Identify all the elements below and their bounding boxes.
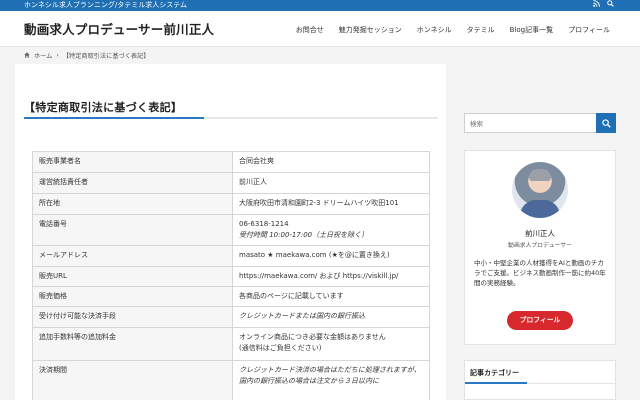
search-input[interactable] bbox=[470, 117, 590, 130]
main-nav: お問合せ 魅力発掘セッション ホンネシル タテミル Blog記事一覧 プロフィー… bbox=[296, 25, 610, 35]
profile-name: 前川正人 bbox=[525, 229, 555, 238]
nav-item-blog[interactable]: Blog記事一覧 bbox=[510, 25, 553, 35]
site-header: 動画求人プロデューサー前川正人 お問合せ 魅力発掘セッション ホンネシル タテミ… bbox=[0, 11, 640, 47]
top-bar: ホンネシル求人ブランニング/タテミル求人システム bbox=[0, 0, 640, 11]
table-row: メールアドレス masato ★ maekawa.com (★を@に置き換え) bbox=[32, 245, 430, 267]
sidebar-search bbox=[464, 113, 616, 133]
table-value: 06-6318-1214 bbox=[239, 220, 289, 228]
table-value-cell: オンライン商品につき必要な金額はありません (通信料はご負担ください) bbox=[232, 327, 430, 361]
table-key: 追加手数料等の追加料金 bbox=[32, 327, 233, 361]
profile-button[interactable]: プロフィール bbox=[507, 311, 573, 330]
table-key: 電話番号 bbox=[32, 214, 233, 246]
nav-item-tatemiru[interactable]: タテミル bbox=[467, 25, 495, 35]
table-key: 受け付け可能な決済手段 bbox=[32, 306, 233, 328]
table-row: 追加手数料等の追加料金 オンライン商品につき必要な金額はありません (通信料はご負… bbox=[32, 327, 430, 361]
table-value: オンライン商品につき必要な金額はありません bbox=[239, 333, 386, 341]
table-value: 大阪府吹田市清和園町2-3 ドリームハイツ吹田101 bbox=[232, 193, 430, 215]
nav-item-honneshiru[interactable]: ホンネシル bbox=[417, 25, 452, 35]
category-widget: 記事カテゴリー bbox=[464, 360, 616, 400]
table-value-note: (通信料はご負担ください) bbox=[239, 344, 322, 352]
search-button[interactable] bbox=[596, 113, 616, 133]
table-key: 運営統括責任者 bbox=[32, 172, 233, 194]
table-row: 販売事業者名 合同会社爽 bbox=[32, 151, 430, 173]
info-table: 販売事業者名 合同会社爽 運営統括責任者 前川正人 所在地 大阪府吹田市清和園町… bbox=[32, 151, 430, 400]
chevron-right-icon: › bbox=[56, 52, 59, 59]
nav-item-contact[interactable]: お問合せ bbox=[296, 25, 324, 35]
page-title: 【特定商取引法に基づく表記】 bbox=[24, 101, 183, 114]
table-row: 決済期間 クレジットカード決済の場合はただちに処理されますが、国内の銀行振込の場… bbox=[32, 360, 430, 400]
table-value: 合同会社爽 bbox=[232, 151, 430, 173]
table-value: https://maekawa.com/ および https://viskill… bbox=[232, 266, 430, 287]
table-key: 販売価格 bbox=[32, 286, 233, 307]
profile-role: 動画求人プロデューサー bbox=[508, 243, 572, 249]
table-value: masato ★ maekawa.com (★を@に置き換え) bbox=[232, 245, 430, 267]
site-title[interactable]: 動画求人プロデューサー前川正人 bbox=[24, 19, 214, 38]
top-bar-tagline: ホンネシル求人ブランニング/タテミル求人システム bbox=[24, 1, 188, 9]
table-key: 所在地 bbox=[32, 193, 233, 215]
table-value: 前川正人 bbox=[232, 172, 430, 194]
search-icon bbox=[601, 118, 611, 128]
table-key: 決済期間 bbox=[32, 360, 233, 400]
table-value: 各商品のページに記載しています bbox=[232, 286, 430, 307]
home-icon bbox=[24, 51, 30, 60]
nav-item-profile[interactable]: プロフィール bbox=[568, 25, 610, 35]
table-key: メールアドレス bbox=[32, 245, 233, 267]
table-row: 販売URL https://maekawa.com/ および https://v… bbox=[32, 266, 430, 287]
search-icon[interactable] bbox=[607, 0, 614, 11]
table-row: 運営統括責任者 前川正人 bbox=[32, 172, 430, 194]
profile-card: 前川正人 動画求人プロデューサー 中小・中堅企業の人材獲得をAIと動画のチカラで… bbox=[464, 150, 616, 345]
avatar bbox=[512, 162, 568, 218]
table-value-cell: 06-6318-1214 受付時間 10:00-17:00（土日祝を除く） bbox=[232, 214, 430, 246]
table-key: 販売事業者名 bbox=[32, 151, 233, 173]
nav-item-session[interactable]: 魅力発掘セッション bbox=[339, 25, 402, 35]
table-row: 受け付け可能な決済手段 クレジットカードまたは国内の銀行振込 bbox=[32, 306, 430, 328]
category-title: 記事カテゴリー bbox=[470, 369, 519, 377]
title-underline bbox=[24, 117, 438, 119]
category-underline bbox=[465, 382, 615, 384]
top-bar-icons bbox=[593, 0, 614, 11]
table-value: クレジットカード決済の場合はただちに処理されますが、国内の銀行振込の場合は注文か… bbox=[232, 360, 430, 400]
table-value: クレジットカードまたは国内の銀行振込 bbox=[232, 306, 430, 328]
rss-icon[interactable] bbox=[593, 0, 600, 11]
breadcrumb-home[interactable]: ホーム bbox=[34, 51, 52, 60]
table-row: 販売価格 各商品のページに記載しています bbox=[32, 286, 430, 307]
breadcrumb-current: 【特定商取引法に基づく表記】 bbox=[62, 53, 150, 60]
table-key: 販売URL bbox=[32, 266, 233, 287]
table-row: 所在地 大阪府吹田市清和園町2-3 ドリームハイツ吹田101 bbox=[32, 193, 430, 215]
profile-description: 中小・中堅企業の人材獲得をAIと動画のチカラでご支援。ビジネス動画制作一筋に約4… bbox=[474, 259, 606, 288]
breadcrumb: ホーム › 【特定商取引法に基づく表記】 bbox=[24, 51, 150, 60]
table-value-note: 受付時間 10:00-17:00（土日祝を除く） bbox=[239, 231, 369, 239]
table-row: 電話番号 06-6318-1214 受付時間 10:00-17:00（土日祝を除… bbox=[32, 214, 430, 246]
